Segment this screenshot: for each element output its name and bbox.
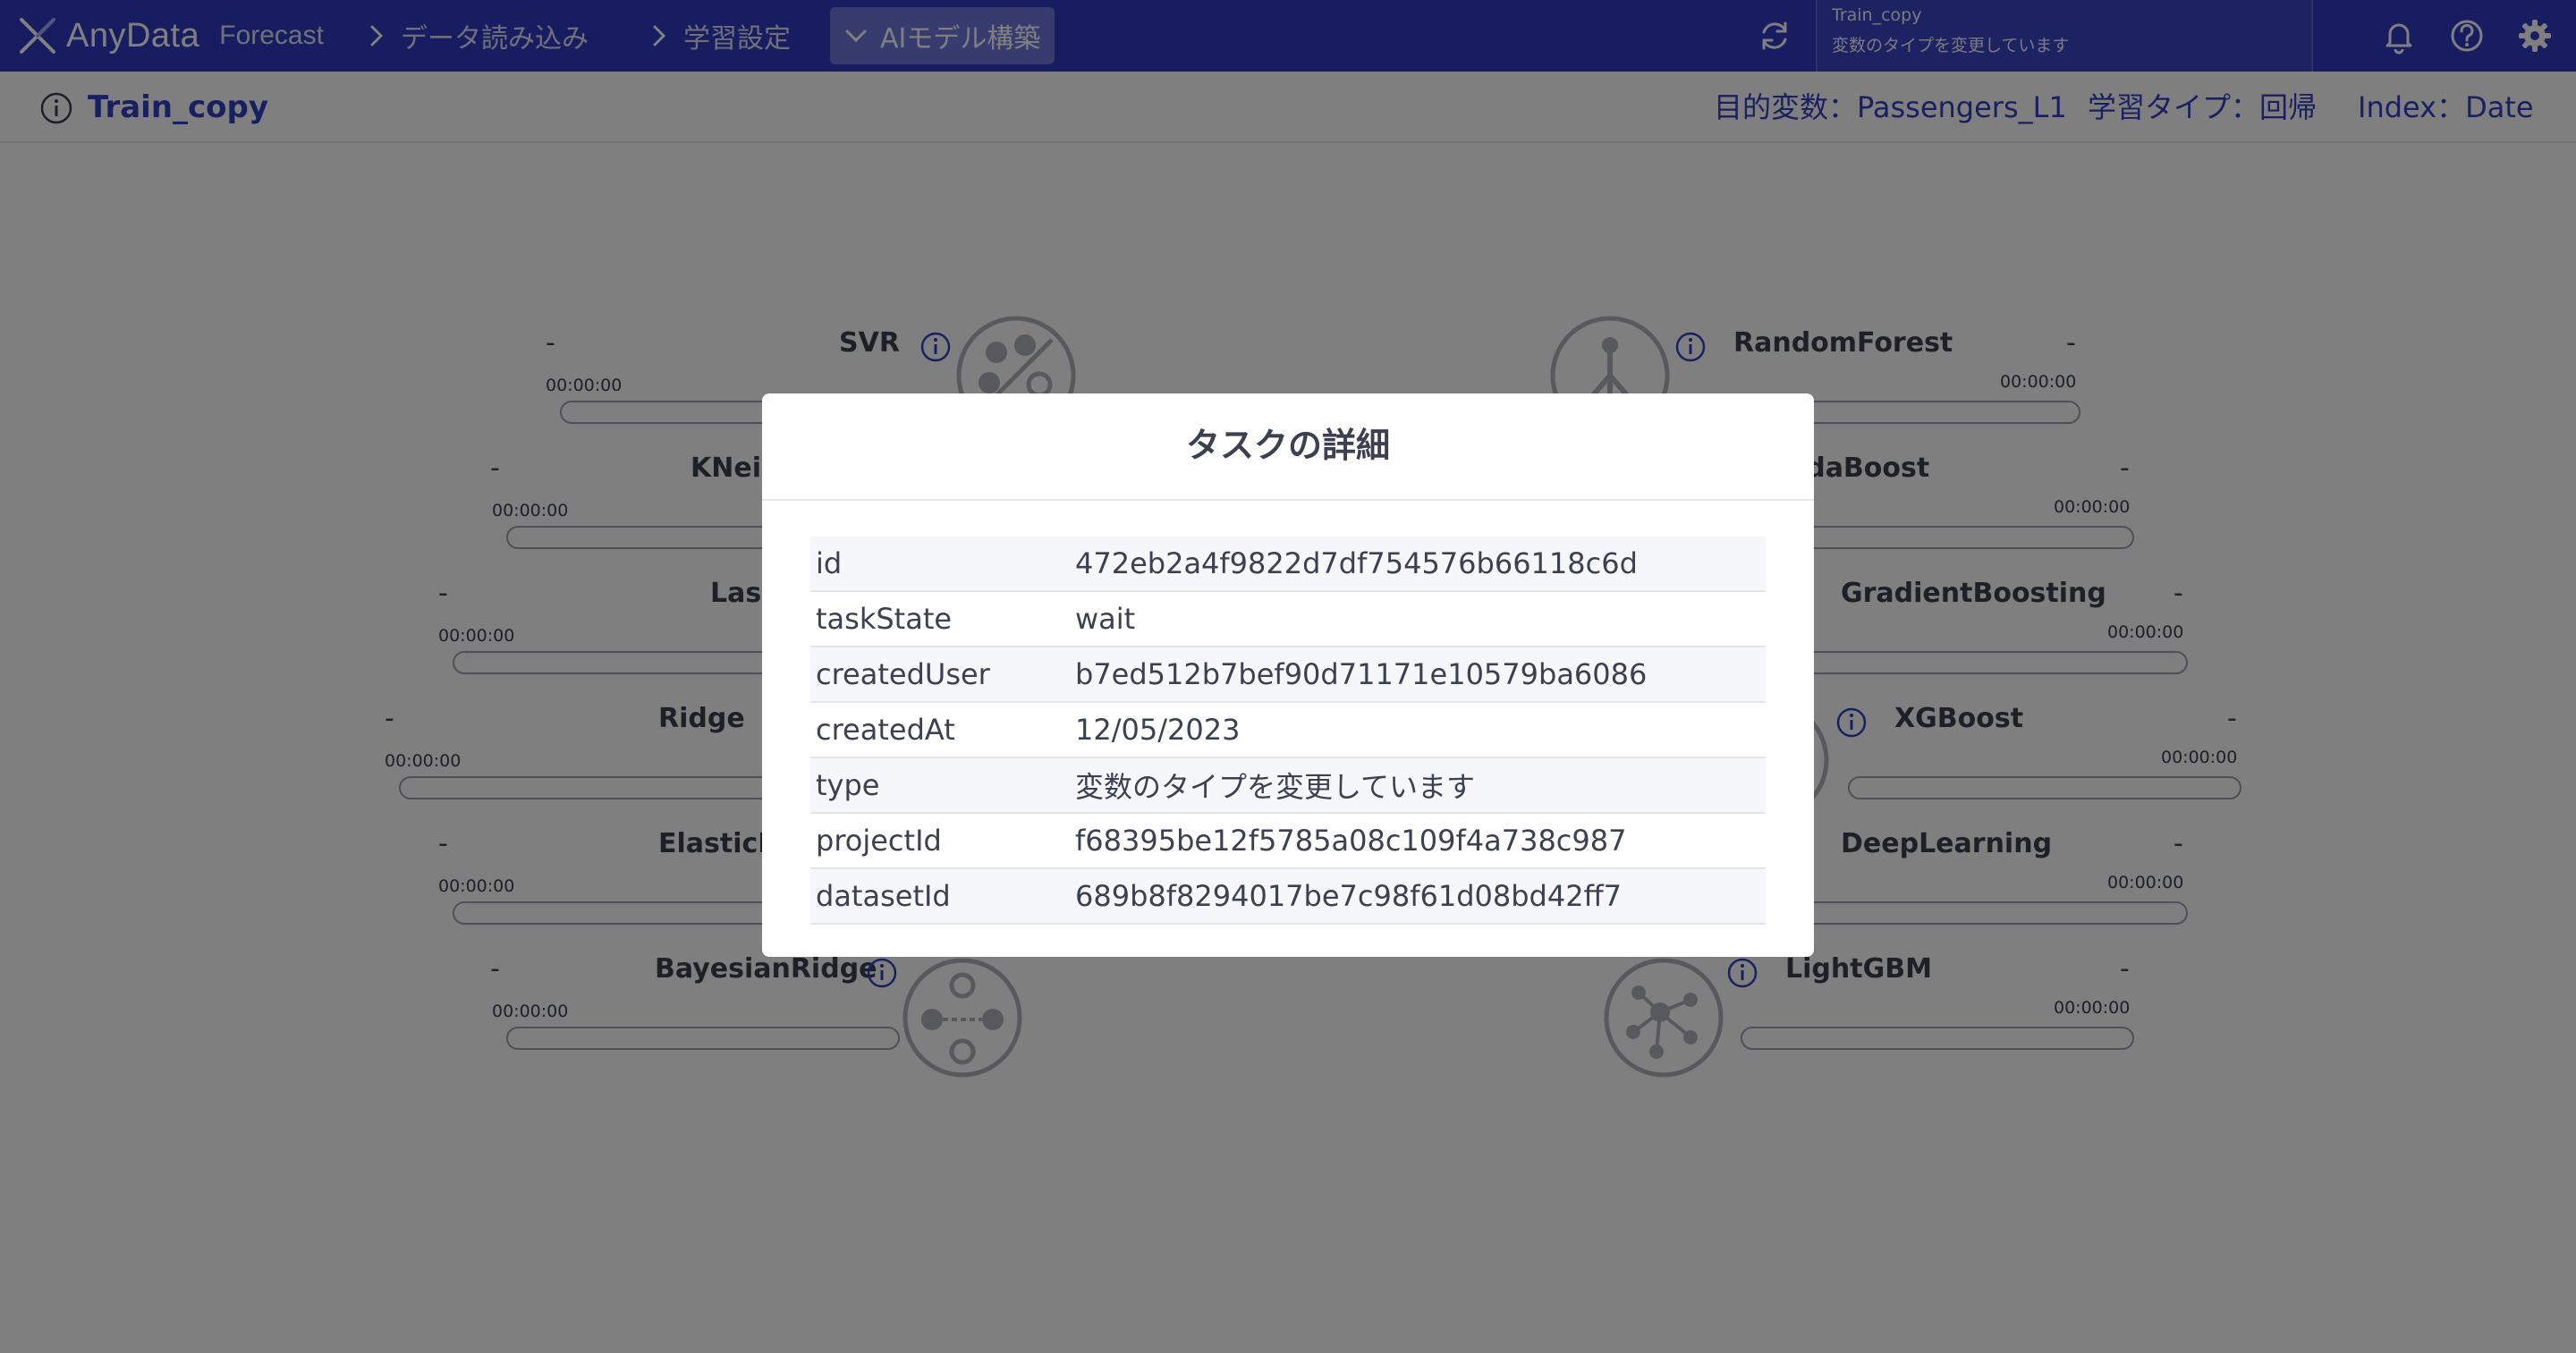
detail-value: f68395be12f5785a08c109f4a738c987 <box>1070 813 1766 869</box>
detail-key: datasetId <box>810 868 1070 925</box>
detail-key: projectId <box>810 813 1070 869</box>
dialog-title: タスクの詳細 <box>762 393 1814 501</box>
task-detail-dialog: タスクの詳細 id 472eb2a4f9822d7df754576b66118c… <box>762 393 1814 957</box>
table-row: id 472eb2a4f9822d7df754576b66118c6d <box>810 537 1766 592</box>
detail-key: taskState <box>810 591 1070 647</box>
table-row: taskState wait <box>810 591 1766 647</box>
table-row: type 変数のタイプを変更しています <box>810 757 1766 814</box>
task-detail-table: id 472eb2a4f9822d7df754576b66118c6d task… <box>810 537 1766 925</box>
detail-value: 変数のタイプを変更しています <box>1070 757 1766 814</box>
table-row: datasetId 689b8f8294017be7c98f61d08bd42f… <box>810 868 1766 925</box>
detail-key: type <box>810 757 1070 814</box>
detail-value: 12/05/2023 <box>1070 702 1766 758</box>
detail-key: createdAt <box>810 702 1070 758</box>
detail-key: id <box>810 537 1070 592</box>
detail-value: 472eb2a4f9822d7df754576b66118c6d <box>1070 537 1766 592</box>
table-row: createdAt 12/05/2023 <box>810 702 1766 758</box>
detail-value: b7ed512b7bef90d71171e10579ba6086 <box>1070 647 1766 703</box>
table-row: createdUser b7ed512b7bef90d71171e10579ba… <box>810 647 1766 703</box>
table-row: projectId f68395be12f5785a08c109f4a738c9… <box>810 813 1766 869</box>
detail-value: wait <box>1070 591 1766 647</box>
detail-value: 689b8f8294017be7c98f61d08bd42ff7 <box>1070 868 1766 925</box>
detail-key: createdUser <box>810 647 1070 703</box>
